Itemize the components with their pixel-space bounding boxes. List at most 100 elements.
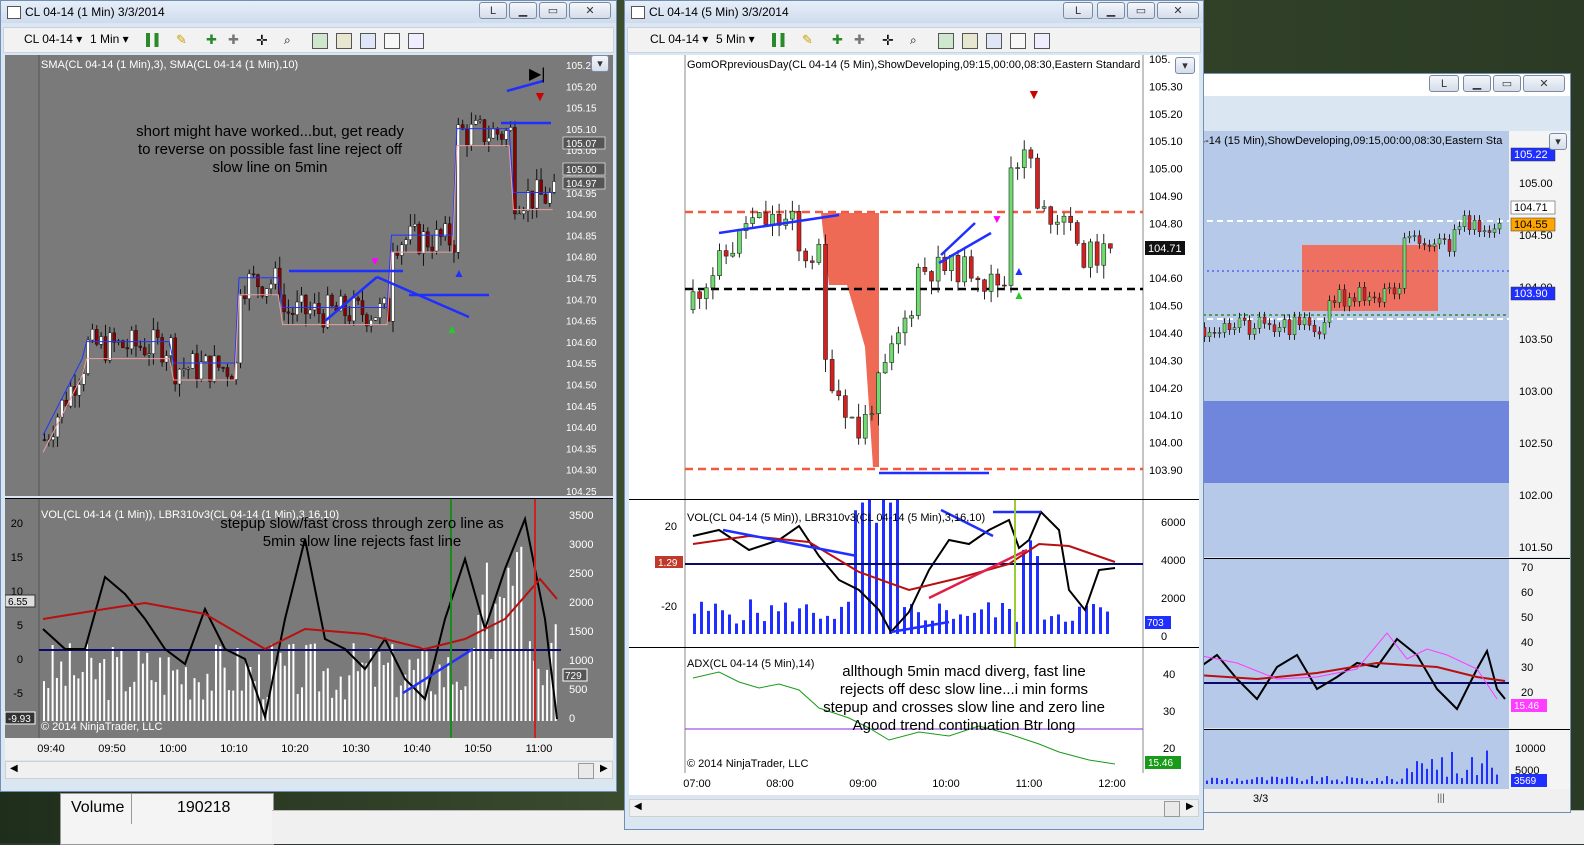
- price-tick-label: 103.00: [1519, 386, 1553, 398]
- short-arrow-icon: ▼: [1027, 86, 1041, 102]
- volume-bar: [507, 567, 510, 721]
- zoom-icon[interactable]: ⌕: [910, 33, 924, 47]
- candle: [730, 252, 736, 257]
- candle: [1222, 323, 1227, 333]
- minimize-button[interactable]: ▁: [1463, 75, 1491, 92]
- template-icon[interactable]: [1034, 33, 1050, 49]
- candle: [710, 275, 716, 289]
- close-button[interactable]: ✕: [569, 2, 611, 19]
- volume-bar: [86, 643, 88, 721]
- instrument-selector[interactable]: CL 04-14 ▾: [24, 32, 82, 46]
- template-icon[interactable]: [408, 33, 424, 49]
- bar-type-icon[interactable]: [146, 33, 160, 47]
- volume-bar: [524, 649, 527, 721]
- time-axis: 07:00 08:00 09:00 10:00 11:00 12:00: [629, 773, 1199, 795]
- crosshair-icon[interactable]: ✛: [882, 33, 896, 47]
- zoom-icon[interactable]: ⌕: [284, 33, 298, 47]
- volume-bar: [735, 623, 738, 634]
- crosshair-icon[interactable]: ✛: [256, 33, 270, 47]
- title-bar: CL 04-14 (1 Min) 3/3/2014 L ▁ ▭ ✕: [1, 1, 616, 23]
- bar-type-icon[interactable]: [772, 33, 786, 47]
- volume-bar: [812, 612, 815, 634]
- strategy-icon[interactable]: ✚: [228, 33, 242, 47]
- price-panel[interactable]: 105.2105.20105.15105.10105.05105.00104.9…: [5, 55, 613, 496]
- scroll-right-arrow[interactable]: ▶: [600, 763, 608, 774]
- oscillator-panel[interactable]: 20 -20 6000 4000 2000 0 1.29 703 VOL(CL 04-14 (…: [629, 499, 1199, 648]
- volume-bar: [1036, 556, 1039, 634]
- scroll-right-arrow[interactable]: ▶: [1186, 801, 1194, 812]
- link-button[interactable]: L: [1429, 75, 1459, 92]
- volume-bar: [344, 699, 346, 721]
- chart-style-icon[interactable]: [986, 33, 1002, 49]
- candle: [1317, 331, 1322, 335]
- price-tick-label: 104.40: [1149, 328, 1183, 340]
- period-selector[interactable]: 1 Min ▾: [90, 32, 129, 46]
- candle: [1267, 323, 1272, 326]
- price-tick-label: 105.10: [566, 125, 597, 136]
- volume-bar: [412, 670, 415, 721]
- volume-bar: [141, 663, 144, 721]
- link-button[interactable]: L: [1063, 2, 1093, 19]
- oscillator-panel[interactable]: 70 60 50 40 30 20 15.46: [1197, 558, 1570, 729]
- minimize-button[interactable]: ▁: [1097, 2, 1125, 19]
- time-axis-5min: 07:00 08:00 09:00 10:00 11:00 12:00: [683, 778, 1126, 790]
- panel-menu-button[interactable]: ▾: [1175, 57, 1195, 74]
- volume-bar: [1396, 781, 1398, 784]
- minimize-button[interactable]: ▁: [509, 2, 537, 19]
- candle: [1282, 319, 1287, 328]
- volume-bar: [728, 614, 731, 634]
- oscillator-panel[interactable]: 20 15 10 5 0 -5 3500 3000 2500 2000 1500 1000 500 0 6.…: [5, 498, 613, 739]
- candle: [1307, 317, 1312, 326]
- price-panel[interactable]: 105. 105.30 105.20 105.10 105.00 104.90 104.80…: [629, 55, 1199, 499]
- volume-panel[interactable]: 10000 5000 3569: [1197, 729, 1570, 790]
- maximize-button[interactable]: ▭: [1127, 2, 1155, 19]
- chart-style-icon[interactable]: [360, 33, 376, 49]
- price-panel[interactable]: 105.00104.50104.00103.50103.00102.50102.…: [1197, 131, 1570, 557]
- scroll-grip-icon[interactable]: |||: [1437, 793, 1445, 804]
- candle: [1068, 215, 1073, 223]
- scroll-thumb[interactable]: [578, 763, 594, 779]
- scroll-left-arrow[interactable]: ◀: [634, 801, 642, 812]
- volume-bar: [1211, 777, 1213, 784]
- scroll-left-arrow[interactable]: ◀: [10, 763, 18, 774]
- scroll-thumb[interactable]: [1164, 801, 1180, 817]
- horizontal-scrollbar[interactable]: ◀ ▶: [5, 761, 613, 779]
- properties-icon[interactable]: [312, 33, 328, 49]
- properties-icon[interactable]: [938, 33, 954, 49]
- adx-panel[interactable]: 40 30 20 15.46 ADX(CL 04-14 (5 Min),14) all…: [629, 647, 1199, 774]
- vol-tick-label: 1500: [569, 626, 593, 638]
- panel-menu-button[interactable]: ▾: [591, 55, 609, 72]
- panel-menu-button[interactable]: ▾: [1549, 133, 1567, 150]
- drawing-tool-icon[interactable]: ✎: [802, 33, 816, 47]
- drawing-tool-icon[interactable]: ✎: [176, 33, 190, 47]
- volume-bar: [1029, 540, 1032, 634]
- volume-bar: [318, 691, 321, 721]
- long-arrow-icon: ▲: [1013, 264, 1025, 278]
- candle: [195, 353, 199, 380]
- osc-tick-label: 60: [1521, 587, 1533, 599]
- data-box-icon[interactable]: [962, 33, 978, 49]
- instrument-selector[interactable]: CL 04-14 ▾: [650, 32, 708, 46]
- volume-bar: [133, 681, 136, 721]
- volume-bar: [55, 677, 58, 721]
- candle: [216, 355, 221, 368]
- vol-tick-label: 1000: [569, 655, 593, 667]
- indicator-icon[interactable]: ✚: [832, 33, 846, 47]
- strategy-icon[interactable]: ✚: [854, 33, 868, 47]
- price-tick-label: 105.15: [566, 104, 597, 115]
- data-box-icon[interactable]: [336, 33, 352, 49]
- maximize-button[interactable]: ▭: [1493, 75, 1521, 92]
- candle: [199, 361, 204, 380]
- osc-tick-label: 0: [17, 654, 23, 666]
- close-button[interactable]: ✕: [1523, 75, 1565, 92]
- close-button[interactable]: ✕: [1157, 2, 1199, 19]
- horizontal-scrollbar[interactable]: ◀ ▶: [629, 799, 1199, 817]
- print-icon[interactable]: [1010, 33, 1026, 49]
- indicator-icon[interactable]: ✚: [206, 33, 220, 47]
- volume-bar: [763, 621, 766, 634]
- print-icon[interactable]: [384, 33, 400, 49]
- link-button[interactable]: L: [479, 2, 507, 19]
- candle: [1252, 328, 1257, 335]
- maximize-button[interactable]: ▭: [539, 2, 567, 19]
- period-selector[interactable]: 5 Min ▾: [716, 32, 755, 46]
